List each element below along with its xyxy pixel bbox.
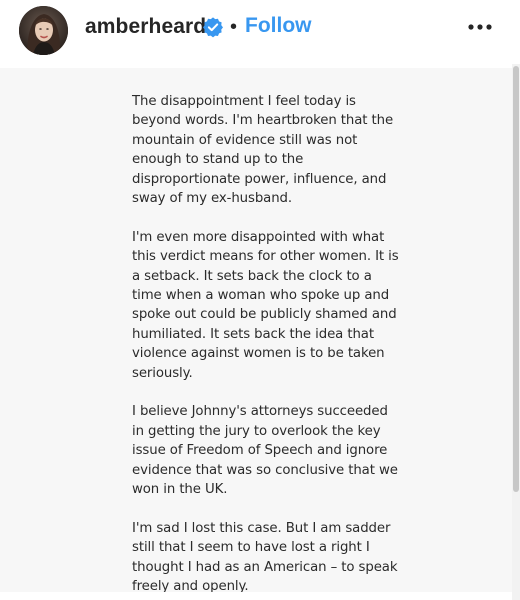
more-options-icon[interactable] [466, 16, 494, 38]
statement-paragraph: I'm sad I lost this case. But I am sadde… [132, 520, 398, 595]
post-bottom-edge [0, 592, 512, 600]
statement-paragraph: The disappointment I feel today is beyon… [132, 94, 394, 207]
instagram-post-view: amberheard • Follow The disappointment I… [0, 0, 520, 600]
avatar[interactable] [19, 6, 68, 55]
post-header: amberheard • Follow [0, 0, 520, 64]
statement-paragraph: I believe Johnny's attorneys succeeded i… [132, 404, 398, 498]
statement-paragraph: I'm even more disappointed with what thi… [132, 229, 399, 381]
verified-badge-icon [203, 17, 223, 38]
separator-dot: • [230, 16, 238, 38]
statement-text: The disappointment I feel today is beyon… [132, 92, 402, 600]
follow-button[interactable]: Follow [245, 12, 312, 40]
scrollbar-thumb[interactable] [513, 66, 519, 492]
username[interactable]: amberheard [85, 13, 206, 41]
profile-photo [19, 6, 68, 55]
